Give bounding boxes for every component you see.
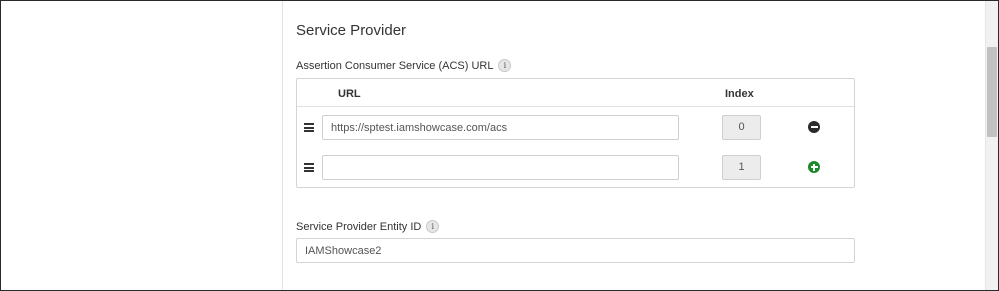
entity-id-label: Service Provider Entity ID — [296, 220, 422, 233]
scrollbar-thumb[interactable] — [987, 47, 997, 137]
info-icon[interactable]: i — [498, 59, 512, 72]
acs-row: 0 — [297, 115, 854, 141]
index-column-header: Index — [725, 88, 754, 100]
acs-url-label: Assertion Consumer Service (ACS) URL — [296, 59, 494, 72]
entity-id-label-row: Service Provider Entity ID i — [296, 220, 440, 233]
acs-table-header: URL Index — [297, 79, 854, 107]
acs-url-input[interactable] — [322, 115, 679, 140]
acs-index-field: 0 — [722, 115, 761, 140]
url-column-header: URL — [338, 88, 361, 100]
acs-url-table: URL Index 0 1 — [296, 78, 855, 188]
acs-row: 1 — [297, 155, 854, 181]
acs-url-input[interactable] — [322, 155, 679, 180]
acs-url-label-row: Assertion Consumer Service (ACS) URL i — [296, 59, 512, 72]
info-icon[interactable]: i — [426, 220, 440, 233]
left-panel-divider — [282, 1, 283, 290]
drag-handle-icon[interactable] — [304, 123, 314, 132]
entity-id-input[interactable] — [296, 238, 855, 263]
drag-handle-icon[interactable] — [304, 163, 314, 172]
scrollbar-track[interactable] — [985, 1, 998, 290]
section-title: Service Provider — [296, 22, 407, 39]
remove-row-icon[interactable] — [808, 121, 820, 133]
add-row-icon[interactable] — [808, 161, 820, 173]
acs-index-field: 1 — [722, 155, 761, 180]
